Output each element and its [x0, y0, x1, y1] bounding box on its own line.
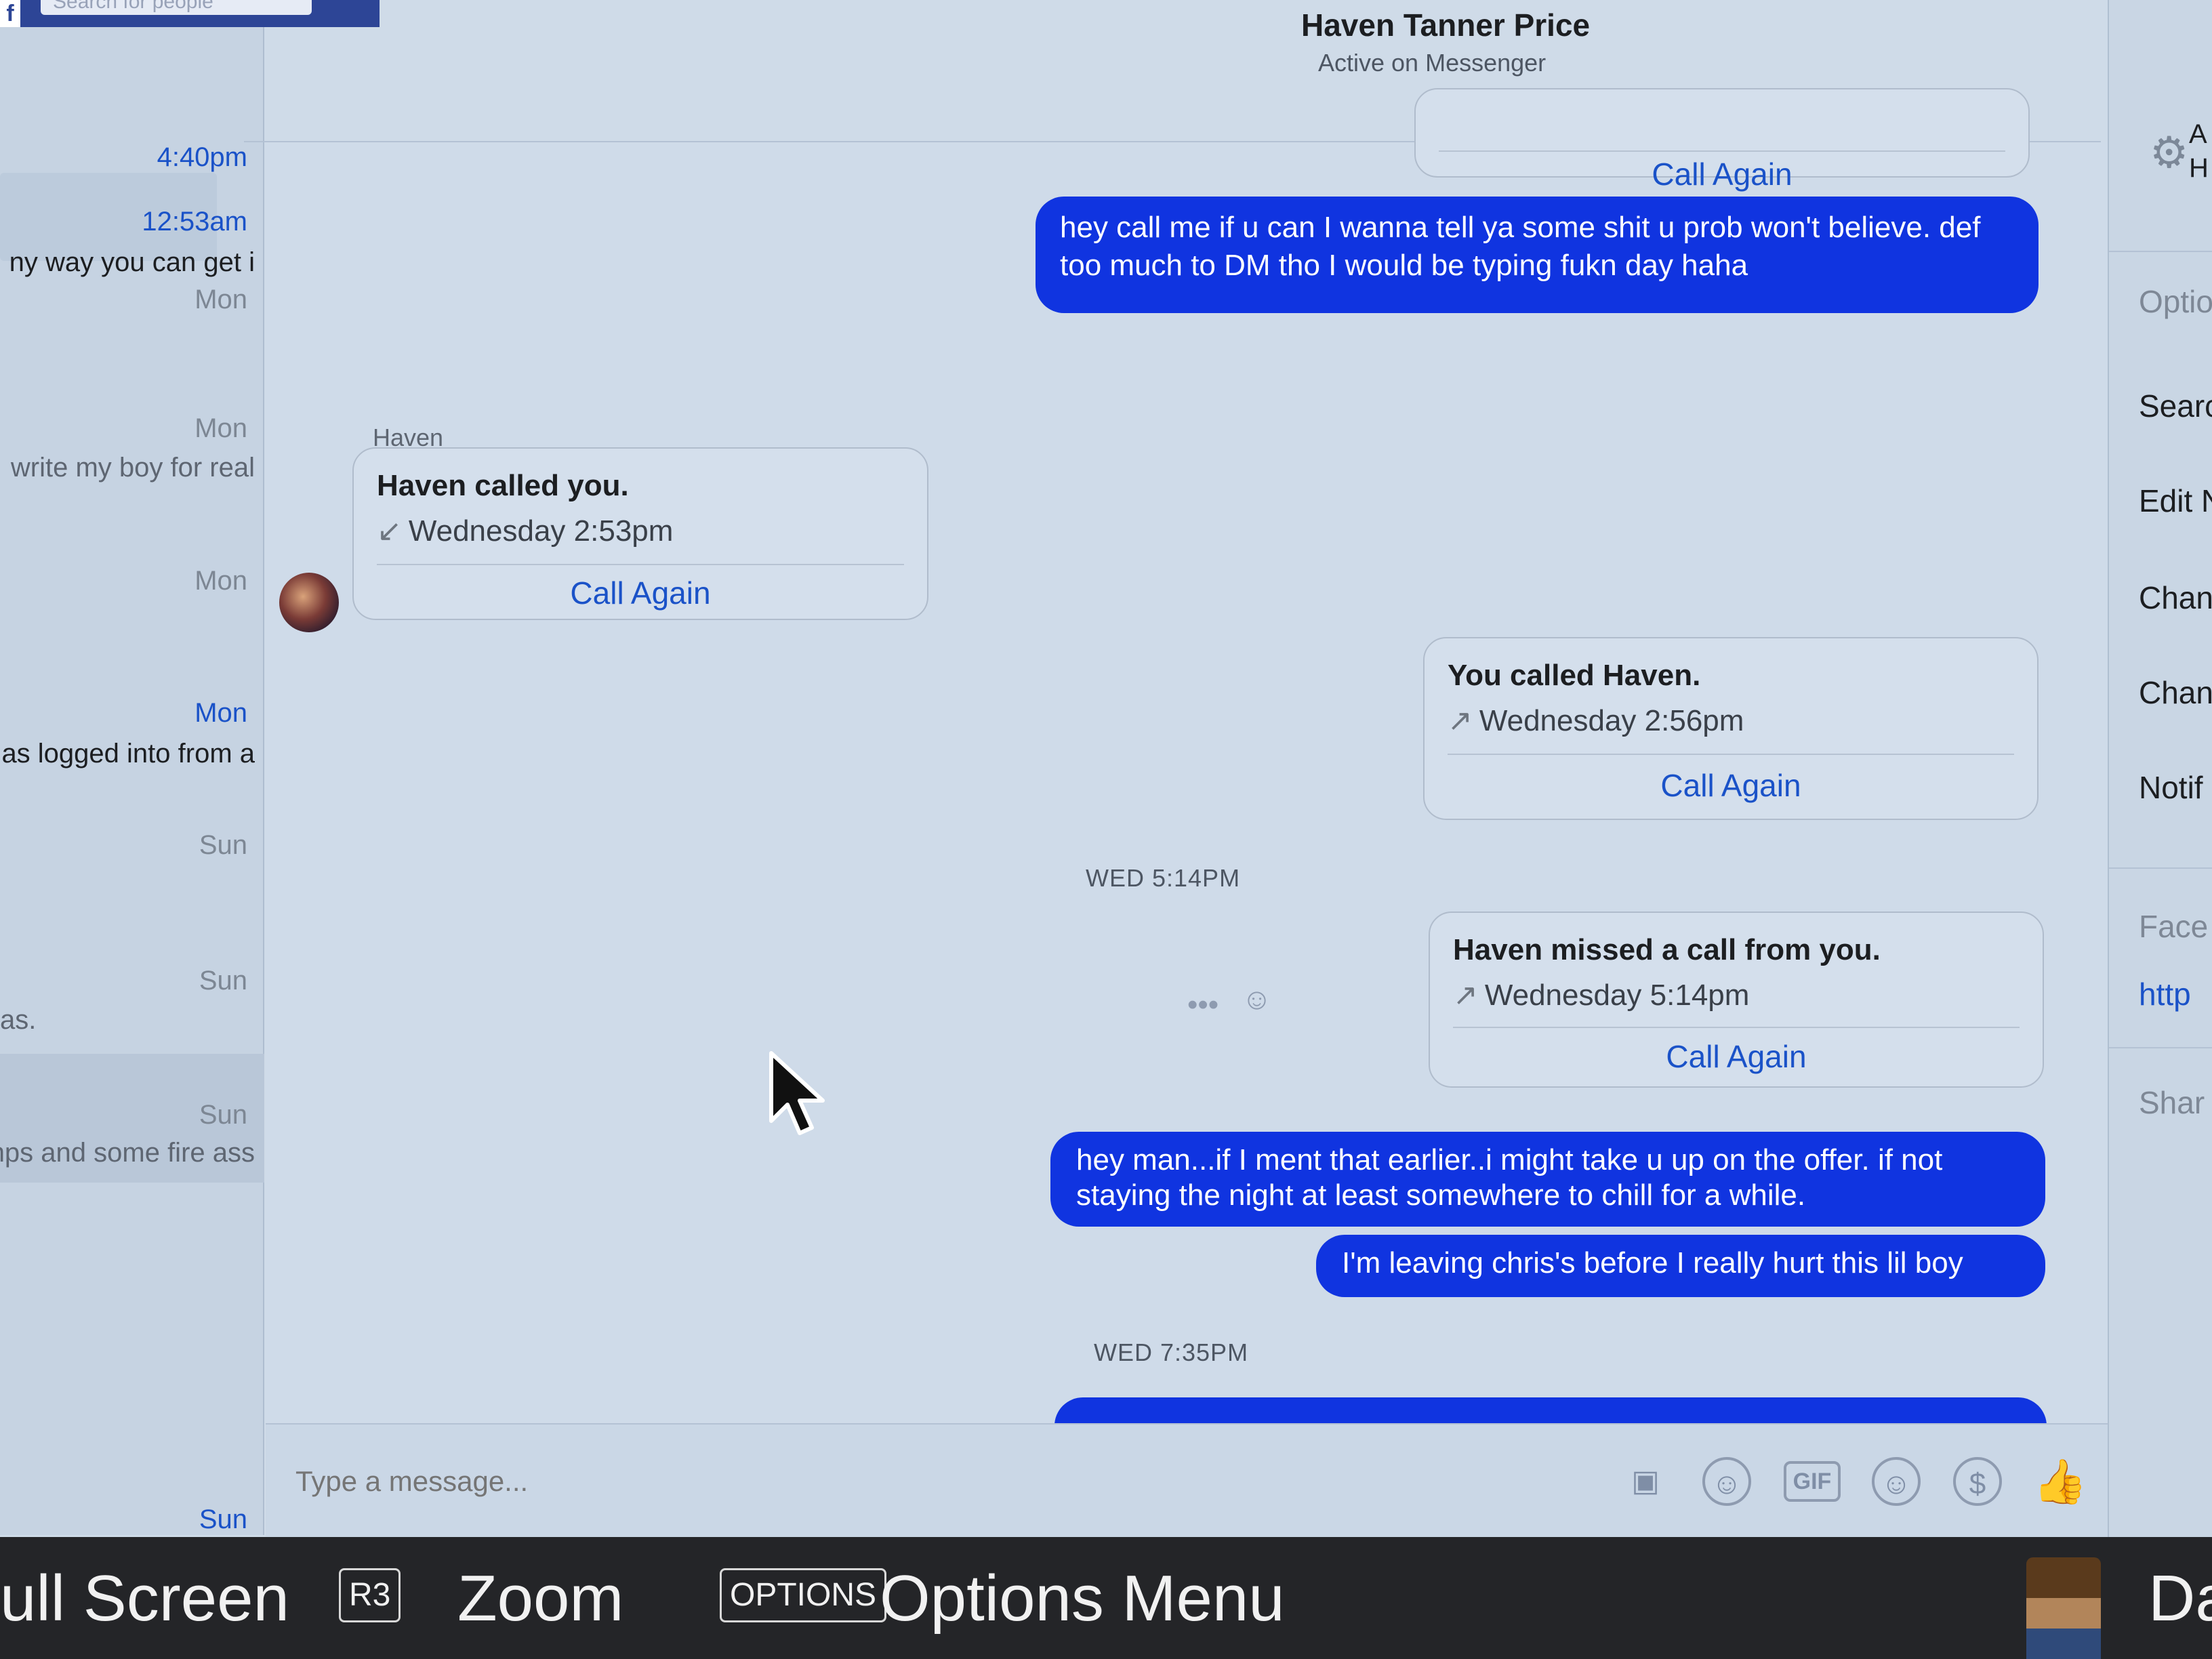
conversation-time: Mon [194, 285, 247, 314]
call-title: You called Haven. [1448, 659, 1701, 692]
payment-icon[interactable]: $ [1953, 1457, 2002, 1506]
profile-link[interactable]: http [2139, 976, 2212, 1012]
call-time: ↗ Wednesday 2:56pm [1448, 703, 1744, 738]
gear-icon[interactable]: ⚙ [2150, 127, 2188, 178]
contact-name[interactable]: Haven Tanner Price [1301, 7, 2020, 43]
panel-divider [2109, 1047, 2212, 1048]
sticker-icon[interactable]: ☺ [1702, 1457, 1751, 1506]
full-screen-label: ull Screen [0, 1562, 289, 1635]
call-again-button[interactable]: Call Again [1416, 156, 2028, 192]
message-composer: ▣ ☺ GIF ☺ $ 👍 [266, 1423, 2108, 1537]
timestamp: WED 7:35PM [1094, 1338, 1249, 1366]
conversation-snippet: as. [0, 1005, 37, 1035]
search-in-conversation[interactable]: Searc [2139, 388, 2212, 424]
sent-message[interactable]: hey man...if I ment that earlier..i migh… [1050, 1132, 2045, 1227]
options-menu-label: Options Menu [880, 1562, 1285, 1635]
active-status: Active on Messenger [1318, 49, 1547, 77]
call-again-button[interactable]: Call Again [354, 575, 927, 611]
conversation-snippet: write my boy for real [10, 453, 255, 483]
conversation-item[interactable]: Mon as logged into from a [0, 698, 264, 827]
photo-icon[interactable]: ▣ [1621, 1457, 1670, 1506]
conversation-time: Mon [194, 413, 247, 443]
timestamp: WED 5:14PM [1086, 864, 1241, 892]
r3-key: R3 [339, 1568, 401, 1622]
conversation-time: Sun [199, 1100, 247, 1130]
conversation-item[interactable]: Sun [0, 830, 264, 959]
conversation-item[interactable]: Mon write my boy for real [0, 413, 264, 542]
reaction-smiley-icon[interactable]: ☺ [1242, 983, 1272, 1017]
conversation-options-panel: ⚙ A H Optio Searc Edit N Chan Chan Notif… [2108, 0, 2212, 1537]
outgoing-call-icon: ↗ [1453, 979, 1478, 1012]
conversation-item[interactable]: Mon [0, 285, 264, 413]
facebook-logo[interactable]: f [0, 0, 20, 27]
call-card-divider [1448, 754, 2014, 755]
call-card-divider [1453, 1027, 2020, 1028]
conversation-item[interactable]: Mon [0, 566, 264, 695]
conversation-snippet: nps and some fire ass [0, 1138, 255, 1168]
zoom-label: Zoom [457, 1562, 624, 1635]
change-emoji[interactable]: Chan [2139, 674, 2212, 711]
facebook-profile-heading: Face [2139, 909, 2209, 944]
edit-nicknames[interactable]: Edit N [2139, 483, 2212, 519]
panel-top-letter: H [2189, 153, 2209, 183]
conversation-snippet: as logged into from a [1, 739, 255, 769]
conversation-time: 12:53am [142, 207, 247, 237]
notifications[interactable]: Notif [2139, 769, 2212, 806]
call-card: Call Again [1414, 88, 2030, 192]
panel-divider [2109, 251, 2212, 252]
call-card-divider [1439, 150, 2005, 152]
conversation-time: Sun [199, 830, 247, 860]
conversation-list: 4:40pm 12:53am ny way you can get i Mon … [0, 27, 264, 1535]
call-card: Haven called you. ↙ Wednesday 2:53pm Call… [352, 447, 928, 620]
shared-heading: Shar [2139, 1085, 2205, 1120]
gif-icon[interactable]: GIF [1784, 1461, 1841, 1502]
sent-message[interactable]: hey call me if u can I wanna tell ya som… [1036, 197, 2039, 313]
conversation-item-selected[interactable]: Sun nps and some fire ass [0, 1054, 264, 1183]
sent-message[interactable]: I'm leaving chris's before I really hurt… [1316, 1235, 2045, 1297]
conversation-snippet: ny way you can get i [9, 247, 255, 277]
ps4-control-bar: ull Screen R3 Zoom OPTIONS Options Menu … [0, 1537, 2212, 1659]
conversation-time: Sun [199, 966, 247, 996]
call-time: ↗ Wednesday 5:14pm [1453, 978, 1749, 1012]
call-time: ↙ Wednesday 2:53pm [377, 514, 673, 548]
user-avatar [2026, 1557, 2101, 1659]
emoji-icon[interactable]: ☺ [1872, 1457, 1921, 1506]
mouse-cursor-icon [769, 1051, 825, 1135]
conversation-time: Sun [199, 1504, 247, 1534]
change-color[interactable]: Chan [2139, 579, 2212, 616]
message-options-icon[interactable]: ••• [1187, 988, 1218, 1022]
call-again-button[interactable]: Call Again [1430, 1038, 2043, 1075]
conversation-time: Mon [194, 566, 247, 596]
message-input[interactable] [295, 1465, 1109, 1498]
options-heading: Optio [2139, 284, 2212, 319]
call-card: You called Haven. ↗ Wednesday 2:56pm Call… [1423, 637, 2039, 820]
call-card: Haven missed a call from you. ↗ Wednesday… [1429, 912, 2044, 1088]
call-title: Haven called you. [377, 469, 629, 502]
incoming-call-icon: ↙ [377, 514, 402, 548]
panel-divider [2109, 867, 2212, 869]
call-time-text: Wednesday 5:14pm [1484, 979, 1750, 1012]
call-title: Haven missed a call from you. [1453, 933, 1881, 966]
options-key: OPTIONS [720, 1568, 887, 1622]
conversation-time: Mon [194, 698, 247, 728]
call-time-text: Wednesday 2:53pm [408, 514, 674, 548]
panel-top-letter: A [2189, 119, 2207, 149]
thumbs-up-icon[interactable]: 👍 [2033, 1457, 2087, 1506]
call-card-divider [377, 564, 904, 565]
outgoing-call-icon: ↗ [1448, 704, 1473, 737]
contact-avatar[interactable] [279, 573, 339, 632]
call-time-text: Wednesday 2:56pm [1479, 704, 1744, 737]
message-thread: Call Again hey call me if u can I wanna … [266, 88, 2108, 1438]
conversation-time: 4:40pm [157, 142, 247, 172]
right-label: Da [2148, 1562, 2212, 1635]
call-again-button[interactable]: Call Again [1425, 767, 2037, 804]
